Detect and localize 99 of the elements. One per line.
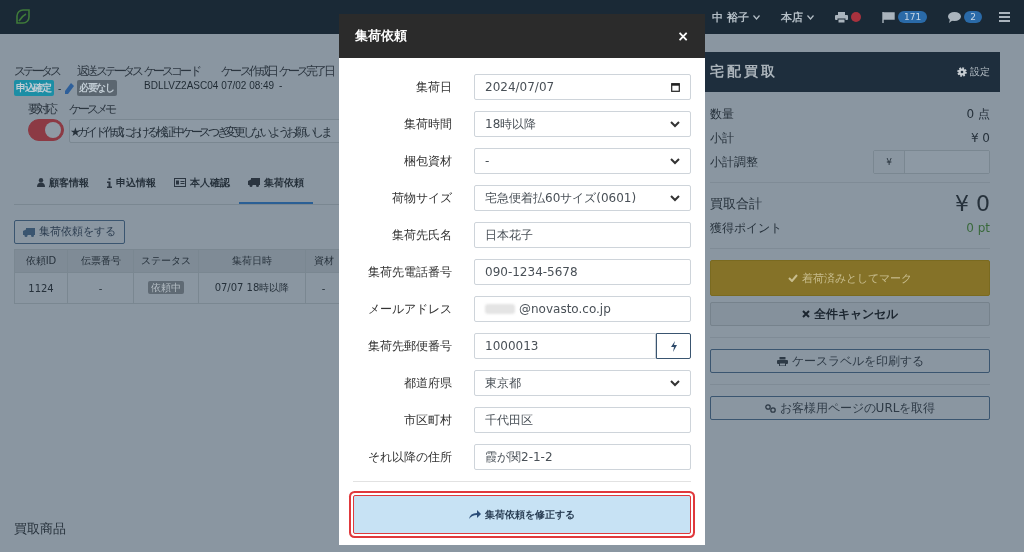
points-label: 獲得ポイント <box>710 219 782 237</box>
printer-icon <box>776 356 788 366</box>
truck-icon <box>248 178 260 187</box>
check-icon <box>788 274 798 282</box>
flag-icon <box>882 11 896 23</box>
toggle-label: 要対応 <box>28 102 57 117</box>
calendar-icon[interactable] <box>671 82 680 92</box>
share-arrow-icon <box>469 510 481 519</box>
info-icon <box>107 177 112 188</box>
person-icon <box>37 178 45 187</box>
dialog-title: 集荷依頼 <box>355 27 407 45</box>
field-value: - <box>58 82 62 94</box>
menu-icon[interactable] <box>999 12 1010 22</box>
status-badge: 必要なし <box>77 80 118 96</box>
status-badge: 依頼中 <box>148 281 184 294</box>
select-field[interactable]: - <box>474 148 691 174</box>
text-field[interactable]: 090-1234-5678 <box>474 259 691 285</box>
summary-label: 小計調整 <box>710 153 758 171</box>
points-value: 0 pt <box>966 221 990 235</box>
column-header: 伝票番号 <box>67 249 134 273</box>
tab[interactable]: 集荷依頼 <box>239 163 313 204</box>
request-pickup-button[interactable]: 集荷依頼をする <box>14 220 125 244</box>
lightning-icon <box>670 340 677 352</box>
form-label: 荷物サイズ <box>391 189 452 207</box>
messages-button[interactable]: 2 <box>948 11 982 23</box>
printer-icon <box>835 11 849 23</box>
printer-button[interactable] <box>835 11 862 23</box>
action-button[interactable]: 全件キャンセル <box>710 302 990 326</box>
field-value: 07/02 08:49 <box>221 80 275 91</box>
form-label: 集荷先電話番号 <box>367 263 452 281</box>
adjustment-field[interactable]: ¥ <box>873 150 990 174</box>
form-label: 都道府県 <box>403 374 452 392</box>
gear-icon <box>957 67 967 77</box>
form-label: 集荷時間 <box>403 115 452 133</box>
toggle-switch[interactable] <box>28 119 64 141</box>
field-label: ケースコード <box>144 64 201 79</box>
field-value: BDLLVZ2ASC04 <box>144 80 219 91</box>
form-label: 梱包資材 <box>403 152 452 170</box>
select-field[interactable]: 18時以降 <box>474 111 691 137</box>
text-field[interactable]: 千代田区 <box>474 407 691 433</box>
summary-value: 0 点 <box>966 105 990 123</box>
close-button[interactable]: × <box>677 28 689 44</box>
text-field[interactable]: 日本花子 <box>474 222 691 248</box>
column-header: 依頼ID <box>14 249 68 273</box>
action-button[interactable]: お客様用ページのURLを取得 <box>710 396 990 420</box>
field-label: ステータス <box>14 64 62 79</box>
text-field[interactable]: 霞が関2-1-2 <box>474 444 691 470</box>
table-cell: 07/07 18時以降 <box>198 272 306 304</box>
select-field[interactable]: 宅急便着払60サイズ(0601) <box>474 185 691 211</box>
section-heading: 買取商品 <box>14 520 66 538</box>
form-label: 集荷日 <box>415 78 452 96</box>
total-value: ¥ 0 <box>955 191 990 216</box>
caret-icon <box>753 14 761 20</box>
field-value: - <box>278 80 283 91</box>
chevron-down-icon <box>670 379 680 387</box>
caret-icon <box>807 14 815 20</box>
count-badge: 171 <box>898 11 928 23</box>
chevron-down-icon <box>670 194 680 202</box>
status-badge: 申込確定 <box>14 80 54 96</box>
summary-value: ¥ 0 <box>970 131 990 145</box>
chevron-down-icon <box>670 157 680 165</box>
panel-title: 宅配買取 <box>710 63 778 81</box>
table-cell: - <box>67 272 134 304</box>
tab[interactable]: 本人確認 <box>165 163 239 204</box>
total-label: 買取合計 <box>710 194 762 213</box>
form-label: 市区町村 <box>403 411 452 429</box>
form-label: メールアドレス <box>367 300 452 318</box>
truck-icon <box>23 227 35 237</box>
form-label: それ以降の住所 <box>367 448 452 466</box>
summary-label: 数量 <box>710 105 734 123</box>
form-label: 集荷先郵便番号 <box>367 337 452 355</box>
date-field[interactable]: 2024/07/07 <box>474 74 691 100</box>
tab[interactable]: 申込情報 <box>98 163 165 204</box>
chevron-down-icon <box>670 120 680 128</box>
column-header: ステータス <box>133 249 199 273</box>
summary-label: 小計 <box>710 129 734 147</box>
close-icon <box>802 310 810 318</box>
field-label: ケースメモ <box>69 102 117 117</box>
select-field[interactable]: 東京都 <box>474 370 691 396</box>
text-field[interactable]: @novasto.co.jp <box>474 296 691 322</box>
form-label: 集荷先氏名 <box>391 226 452 244</box>
leaf-logo-icon[interactable] <box>14 8 32 26</box>
id-card-icon <box>174 178 186 187</box>
column-header: 集荷日時 <box>198 249 306 273</box>
field-label: ケース作成日 <box>221 64 276 79</box>
field-label: ケース完了日 <box>278 64 334 79</box>
table-cell: 1124 <box>14 272 68 304</box>
count-badge: 2 <box>964 11 982 23</box>
settings-link[interactable]: 設定 <box>957 65 990 79</box>
tab[interactable]: 顧客情報 <box>28 163 98 204</box>
user-menu[interactable]: 中 裕子 <box>712 9 761 25</box>
field-label: 返送ステータス <box>77 64 142 79</box>
text-field[interactable]: 1000013 <box>474 333 656 359</box>
store-menu[interactable]: 本店 <box>781 9 815 25</box>
link-icon <box>764 403 776 413</box>
chat-bubble-icon <box>948 11 962 23</box>
flag-button[interactable]: 171 <box>882 11 928 23</box>
lookup-button[interactable] <box>656 333 691 359</box>
action-button[interactable]: ケースラベルを印刷する <box>710 349 990 373</box>
